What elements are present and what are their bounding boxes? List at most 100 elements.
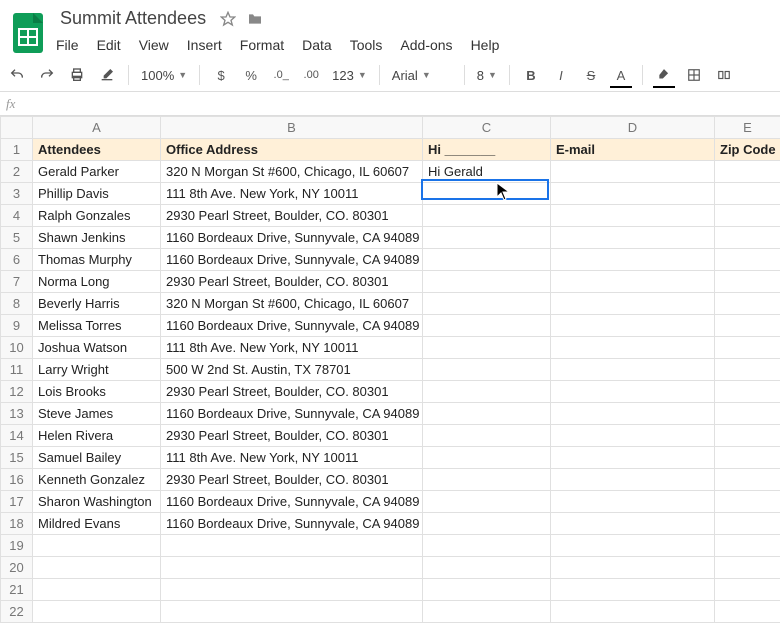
cell[interactable]	[715, 337, 780, 359]
cell[interactable]: Melissa Torres	[33, 315, 161, 337]
cell[interactable]	[715, 425, 780, 447]
cell[interactable]: 2930 Pearl Street, Boulder, CO. 80301	[161, 425, 423, 447]
redo-icon[interactable]	[38, 65, 56, 85]
cell[interactable]	[551, 425, 715, 447]
cell[interactable]	[161, 557, 423, 579]
cell[interactable]	[33, 579, 161, 601]
cell[interactable]: Joshua Watson	[33, 337, 161, 359]
cell[interactable]: 1160 Bordeaux Drive, Sunnyvale, CA 94089	[161, 513, 423, 535]
cell[interactable]	[551, 403, 715, 425]
cell[interactable]	[33, 557, 161, 579]
row-header[interactable]: 2	[1, 161, 33, 183]
cell[interactable]: Helen Rivera	[33, 425, 161, 447]
folder-icon[interactable]	[246, 11, 264, 27]
menu-addons[interactable]: Add-ons	[400, 37, 452, 53]
menu-insert[interactable]: Insert	[187, 37, 222, 53]
row-header[interactable]: 16	[1, 469, 33, 491]
cell[interactable]	[423, 535, 551, 557]
cell[interactable]: 1160 Bordeaux Drive, Sunnyvale, CA 94089	[161, 315, 423, 337]
cell[interactable]	[551, 579, 715, 601]
cell[interactable]	[423, 183, 551, 205]
zoom-select[interactable]: 100%▼	[141, 68, 187, 83]
borders-button[interactable]	[685, 65, 703, 85]
menu-format[interactable]: Format	[240, 37, 284, 53]
font-size-select[interactable]: 8▼	[477, 68, 497, 83]
menu-help[interactable]: Help	[471, 37, 500, 53]
cell[interactable]: 2930 Pearl Street, Boulder, CO. 80301	[161, 205, 423, 227]
cell[interactable]: 1160 Bordeaux Drive, Sunnyvale, CA 94089	[161, 249, 423, 271]
cell[interactable]: E-mail	[551, 139, 715, 161]
cell[interactable]	[551, 535, 715, 557]
cell[interactable]	[551, 271, 715, 293]
cell[interactable]: Lois Brooks	[33, 381, 161, 403]
menu-tools[interactable]: Tools	[350, 37, 383, 53]
cell[interactable]	[715, 579, 780, 601]
cell[interactable]: Hi _______	[423, 139, 551, 161]
bold-button[interactable]: B	[522, 65, 540, 85]
cell[interactable]	[423, 359, 551, 381]
cell[interactable]	[551, 447, 715, 469]
cell[interactable]: 320 N Morgan St #600, Chicago, IL 60607	[161, 161, 423, 183]
percent-format-button[interactable]: %	[242, 65, 260, 85]
cell[interactable]: Samuel Bailey	[33, 447, 161, 469]
cell[interactable]: 1160 Bordeaux Drive, Sunnyvale, CA 94089	[161, 403, 423, 425]
cell[interactable]	[551, 513, 715, 535]
cell[interactable]	[715, 535, 780, 557]
cell[interactable]	[161, 579, 423, 601]
cell[interactable]	[33, 535, 161, 557]
row-header[interactable]: 3	[1, 183, 33, 205]
menu-data[interactable]: Data	[302, 37, 332, 53]
menu-view[interactable]: View	[139, 37, 169, 53]
spreadsheet-grid[interactable]: A B C D E 1AttendeesOffice AddressHi ___…	[0, 116, 780, 623]
cell[interactable]	[551, 205, 715, 227]
cell[interactable]	[715, 469, 780, 491]
cell[interactable]	[423, 205, 551, 227]
row-header[interactable]: 20	[1, 557, 33, 579]
cell[interactable]: Gerald Parker	[33, 161, 161, 183]
cell[interactable]	[715, 161, 780, 183]
formula-bar[interactable]: fx	[0, 92, 780, 116]
cell[interactable]: 320 N Morgan St #600, Chicago, IL 60607	[161, 293, 423, 315]
cell[interactable]	[715, 315, 780, 337]
cell[interactable]: Mildred Evans	[33, 513, 161, 535]
row-header[interactable]: 12	[1, 381, 33, 403]
row-header[interactable]: 9	[1, 315, 33, 337]
strikethrough-button[interactable]: S	[582, 65, 600, 85]
cell[interactable]	[551, 557, 715, 579]
cell[interactable]	[715, 271, 780, 293]
cell[interactable]: Hi Gerald	[423, 161, 551, 183]
cell[interactable]	[551, 227, 715, 249]
cell[interactable]: Kenneth Gonzalez	[33, 469, 161, 491]
col-header-c[interactable]: C	[423, 117, 551, 139]
cell[interactable]	[551, 183, 715, 205]
cell[interactable]: Shawn Jenkins	[33, 227, 161, 249]
cell[interactable]	[423, 315, 551, 337]
cell[interactable]	[423, 447, 551, 469]
cell[interactable]	[423, 249, 551, 271]
undo-icon[interactable]	[8, 65, 26, 85]
cell[interactable]	[423, 579, 551, 601]
col-header-e[interactable]: E	[715, 117, 780, 139]
number-format-select[interactable]: 123▼	[332, 68, 367, 83]
cell[interactable]	[715, 293, 780, 315]
row-header[interactable]: 7	[1, 271, 33, 293]
row-header[interactable]: 13	[1, 403, 33, 425]
cell[interactable]: Thomas Murphy	[33, 249, 161, 271]
row-header[interactable]: 14	[1, 425, 33, 447]
paint-format-icon[interactable]	[98, 65, 116, 85]
cell[interactable]	[423, 469, 551, 491]
cell[interactable]: 500 W 2nd St. Austin, TX 78701	[161, 359, 423, 381]
select-all-corner[interactable]	[1, 117, 33, 139]
menu-edit[interactable]: Edit	[97, 37, 121, 53]
merge-cells-button[interactable]	[715, 65, 733, 85]
increase-decimal-button[interactable]: .00	[302, 65, 320, 85]
cell[interactable]	[423, 271, 551, 293]
row-header[interactable]: 1	[1, 139, 33, 161]
cell[interactable]: 1160 Bordeaux Drive, Sunnyvale, CA 94089	[161, 227, 423, 249]
row-header[interactable]: 18	[1, 513, 33, 535]
menu-file[interactable]: File	[56, 37, 79, 53]
cell[interactable]	[423, 337, 551, 359]
cell[interactable]	[551, 315, 715, 337]
cell[interactable]	[161, 535, 423, 557]
row-header[interactable]: 19	[1, 535, 33, 557]
